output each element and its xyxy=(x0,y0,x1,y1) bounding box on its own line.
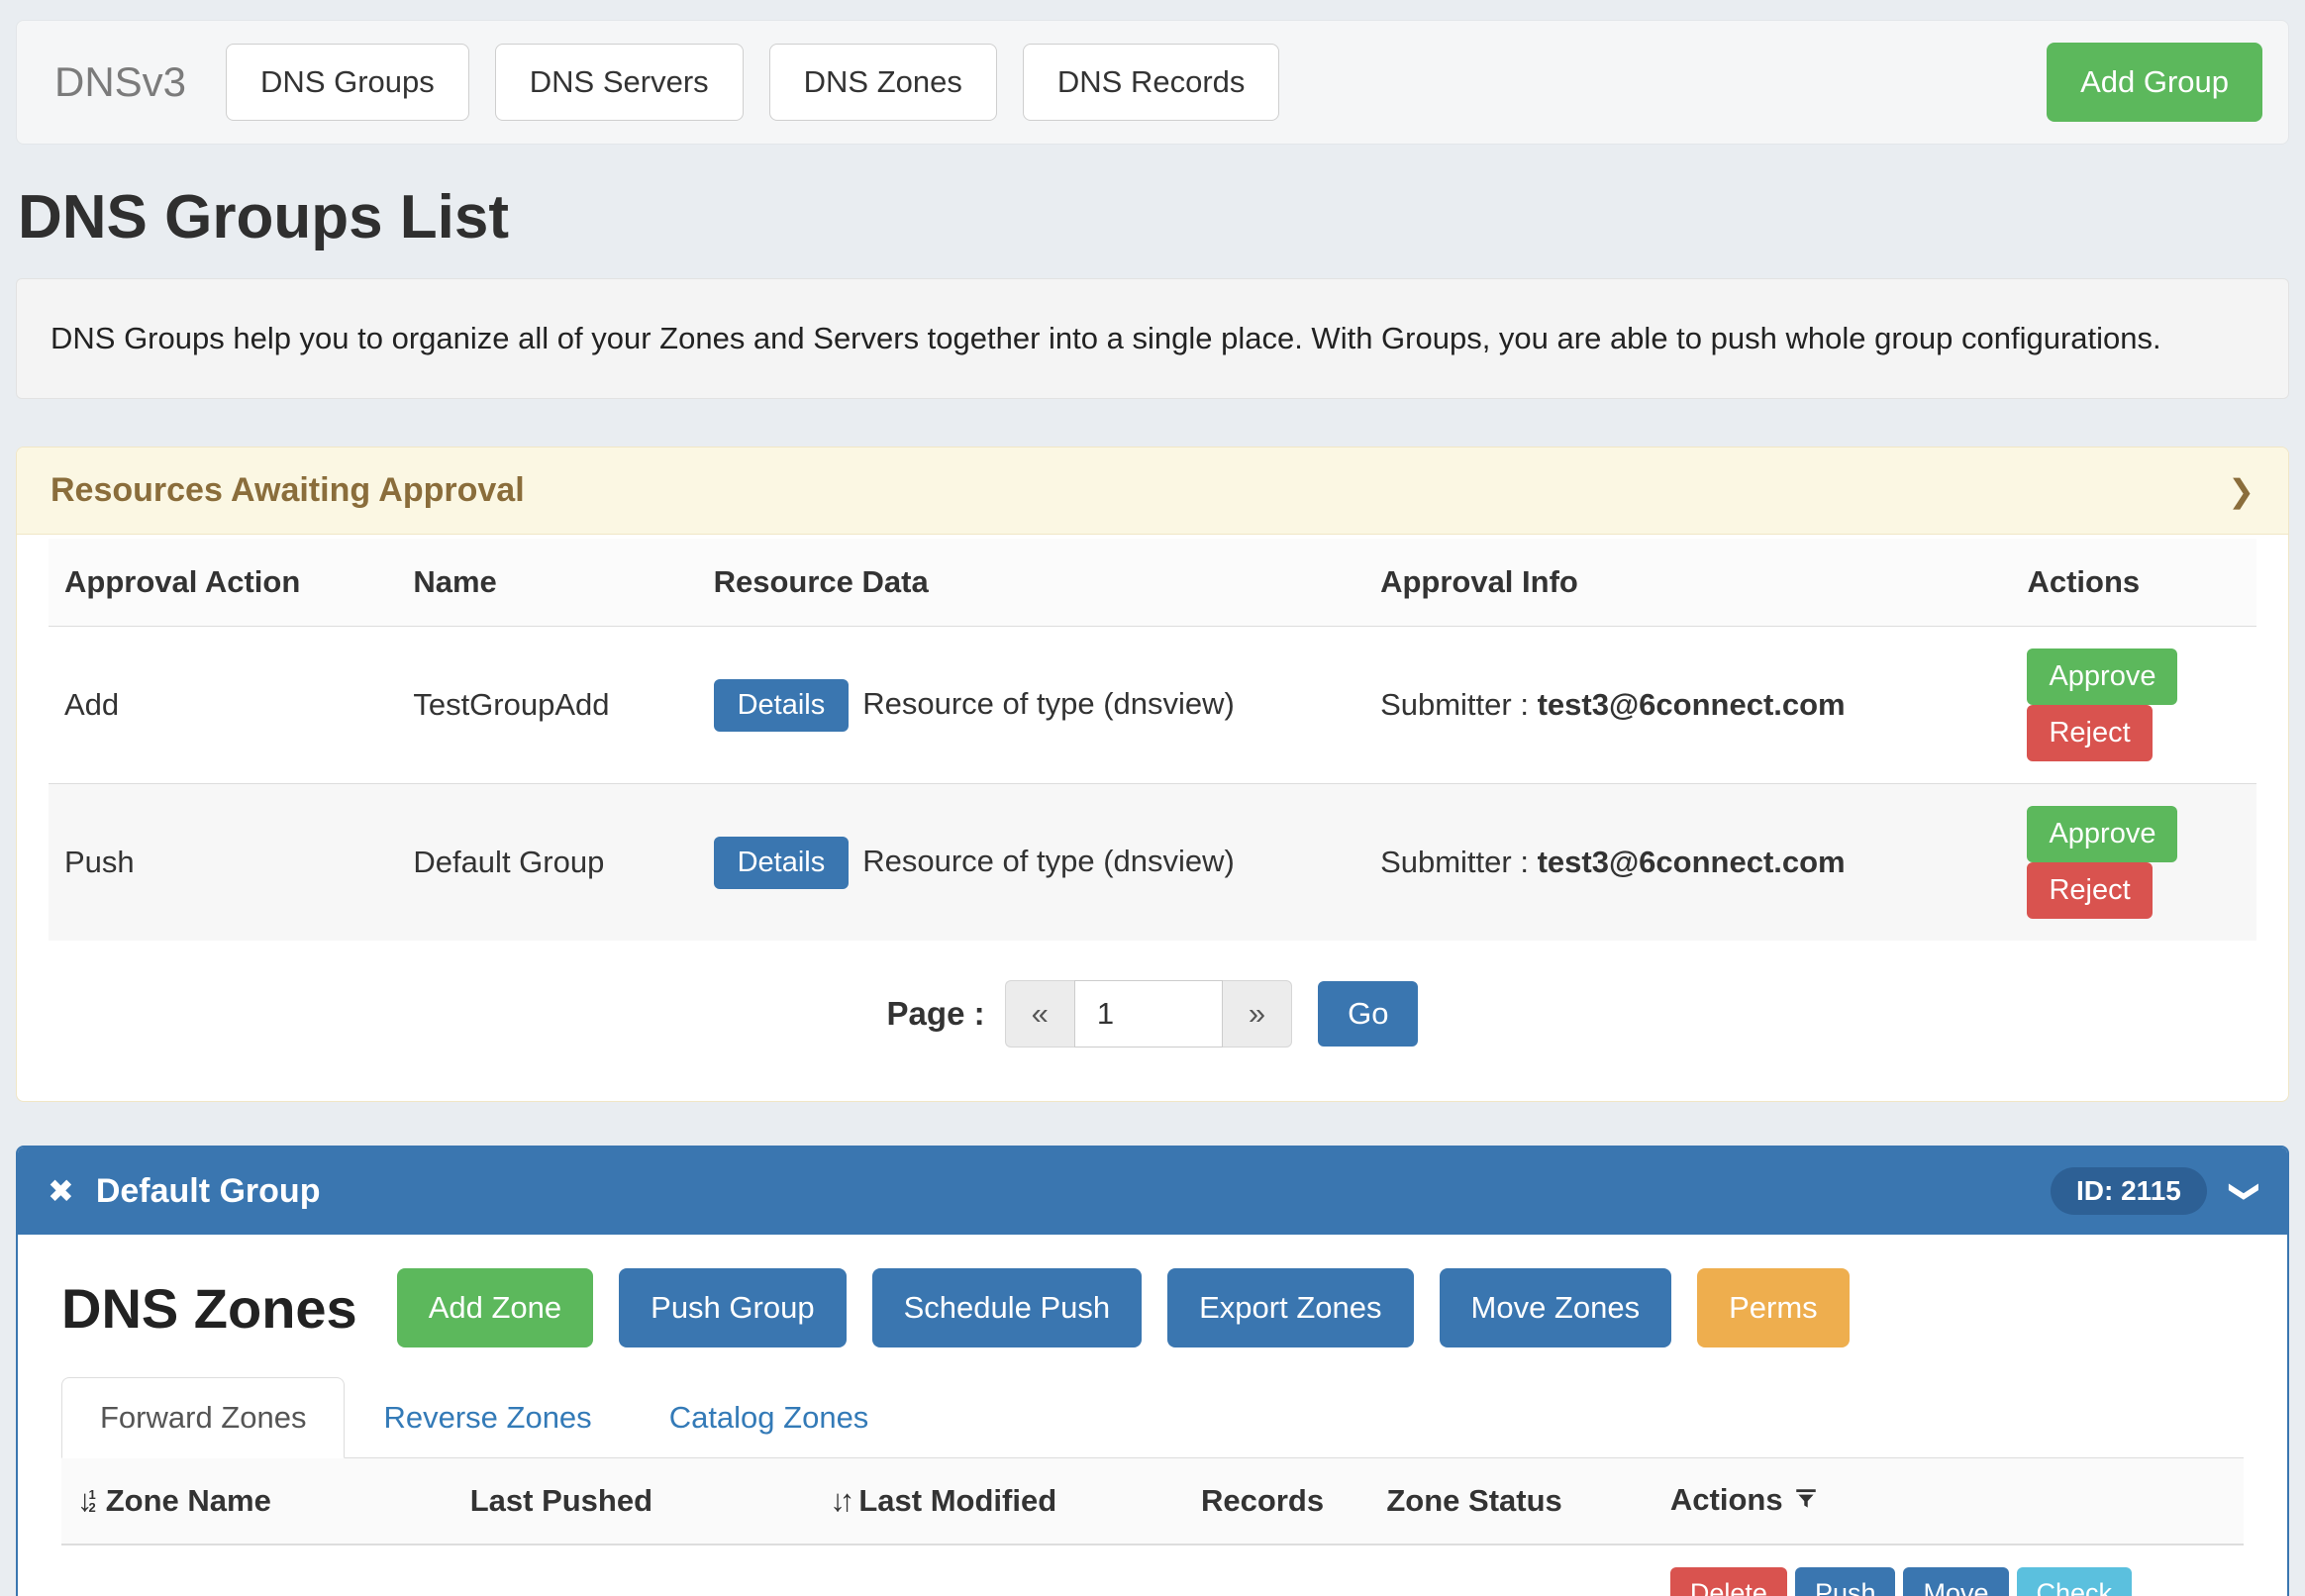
column-zone-actions: Actions xyxy=(1654,1458,2244,1545)
approval-resource-cell: Details Resource of type (dnsview) xyxy=(698,627,1364,784)
reject-button[interactable]: Reject xyxy=(2027,862,2152,919)
delete-button[interactable]: Delete xyxy=(1670,1567,1787,1596)
submitter-email: test3@6connect.com xyxy=(1538,687,1846,722)
pagination-go-button[interactable]: Go xyxy=(1318,981,1418,1047)
group-id-badge: ID: 2115 xyxy=(2051,1167,2207,1215)
approval-name-cell: Default Group xyxy=(397,784,697,942)
resource-type-text: Resource of type (dnsview) xyxy=(862,844,1235,878)
approval-panel-body: Approval Action Name Resource Data Appro… xyxy=(17,535,2288,1101)
dns-zones-toolbar: DNS Zones Add Zone Push Group Schedule P… xyxy=(61,1268,2244,1347)
page-label: Page : xyxy=(887,995,985,1033)
last-pushed-cell: 01/08/2024 13:57:28 xyxy=(454,1545,815,1596)
column-zone-status[interactable]: Zone Status xyxy=(1370,1458,1654,1545)
last-modified-cell: 09/25/2020 23:05:27 xyxy=(814,1545,1185,1596)
approval-panel-title: Resources Awaiting Approval xyxy=(50,471,525,510)
chevron-right-icon[interactable]: ❯ xyxy=(2228,472,2255,510)
records-cell: 11 xyxy=(1185,1545,1370,1596)
approval-info-cell: Submitter : test3@6connect.com xyxy=(1364,627,2011,784)
close-icon[interactable]: ✖ xyxy=(48,1172,74,1210)
zone-actions-cell: DeletePushMoveCheckPerms xyxy=(1654,1545,2244,1596)
column-last-pushed[interactable]: Last Pushed xyxy=(454,1458,815,1545)
schedule-push-button[interactable]: Schedule Push xyxy=(872,1268,1143,1347)
column-resource-data: Resource Data xyxy=(698,539,1364,627)
resources-awaiting-approval-panel: Resources Awaiting Approval ❯ Approval A… xyxy=(16,447,2289,1102)
zone-row: actioncarrental.net. 01/08/2024 13:57:28… xyxy=(61,1545,2244,1596)
actions-header-label: Actions xyxy=(1670,1482,1783,1517)
dns-zones-heading: DNS Zones xyxy=(61,1276,357,1341)
page-title: DNS Groups List xyxy=(18,182,2287,252)
group-header-right: ID: 2115 ❯ xyxy=(2051,1167,2257,1215)
move-button[interactable]: Move xyxy=(1903,1567,2008,1596)
approve-button[interactable]: Approve xyxy=(2027,806,2177,862)
approval-pagination: Page : « » Go xyxy=(49,941,2256,1081)
page-description: DNS Groups help you to organize all of y… xyxy=(16,278,2289,399)
top-navigation-bar: DNSv3 DNS Groups DNS Servers DNS Zones D… xyxy=(16,20,2289,145)
page-container: DNSv3 DNS Groups DNS Servers DNS Zones D… xyxy=(0,20,2305,1596)
page-number-input[interactable] xyxy=(1074,980,1223,1047)
perms-button[interactable]: Perms xyxy=(1697,1268,1850,1347)
approval-action-cell: Push xyxy=(49,784,397,942)
zone-name-header-label: Zone Name xyxy=(106,1483,271,1518)
export-zones-button[interactable]: Export Zones xyxy=(1167,1268,1413,1347)
last-modified-header-label: Last Modified xyxy=(858,1483,1056,1518)
filter-icon[interactable] xyxy=(1793,1484,1819,1520)
column-approval-info: Approval Info xyxy=(1364,539,2011,627)
zone-status-cell xyxy=(1370,1545,1654,1596)
submitter-label: Submitter : xyxy=(1380,687,1529,722)
approval-action-cell: Add xyxy=(49,627,397,784)
check-button[interactable]: Check xyxy=(2017,1567,2133,1596)
details-button[interactable]: Details xyxy=(714,679,850,732)
nav-dns-zones-button[interactable]: DNS Zones xyxy=(769,44,997,121)
nav-dns-records-button[interactable]: DNS Records xyxy=(1023,44,1280,121)
pagination-next-button[interactable]: » xyxy=(1223,980,1292,1047)
sort-updown-icon[interactable]: ↓↑ xyxy=(830,1483,849,1519)
column-records[interactable]: Records xyxy=(1185,1458,1370,1545)
column-last-modified[interactable]: ↓↑ Last Modified xyxy=(814,1458,1185,1545)
column-approval-action: Approval Action xyxy=(49,539,397,627)
reject-button[interactable]: Reject xyxy=(2027,705,2152,761)
zones-table-header-row: ↓12 Zone Name Last Pushed ↓↑ Last Modified… xyxy=(61,1458,2244,1545)
push-button[interactable]: Push xyxy=(1795,1567,1896,1596)
submitter-email: test3@6connect.com xyxy=(1538,845,1846,879)
approval-actions-cell: ApproveReject xyxy=(2011,627,2256,784)
nav-dns-groups-button[interactable]: DNS Groups xyxy=(226,44,469,121)
default-group-panel: ✖ Default Group ID: 2115 ❯ DNS Zones Add… xyxy=(16,1146,2289,1596)
approval-name-cell: TestGroupAdd xyxy=(397,627,697,784)
approval-resource-cell: Details Resource of type (dnsview) xyxy=(698,784,1364,942)
details-button[interactable]: Details xyxy=(714,837,850,889)
tab-catalog-zones[interactable]: Catalog Zones xyxy=(631,1377,908,1458)
sort-numeric-icon[interactable]: ↓12 xyxy=(77,1483,96,1519)
approval-table-row: Push Default Group Details Resource of ty… xyxy=(49,784,2256,942)
approval-info-cell: Submitter : test3@6connect.com xyxy=(1364,784,2011,942)
group-panel-body: DNS Zones Add Zone Push Group Schedule P… xyxy=(18,1235,2287,1596)
zones-table: ↓12 Zone Name Last Pushed ↓↑ Last Modified… xyxy=(61,1458,2244,1596)
approval-table-row: Add TestGroupAdd Details Resource of type… xyxy=(49,627,2256,784)
zones-tabs: Forward Zones Reverse Zones Catalog Zone… xyxy=(61,1377,2244,1458)
add-zone-button[interactable]: Add Zone xyxy=(397,1268,593,1347)
approve-button[interactable]: Approve xyxy=(2027,648,2177,705)
resource-type-text: Resource of type (dnsview) xyxy=(862,686,1235,721)
add-group-button[interactable]: Add Group xyxy=(2047,43,2262,122)
zone-name-cell: actioncarrental.net. xyxy=(61,1545,454,1596)
approval-actions-cell: ApproveReject xyxy=(2011,784,2256,942)
approval-panel-header[interactable]: Resources Awaiting Approval ❯ xyxy=(17,448,2288,535)
column-actions: Actions xyxy=(2011,539,2256,627)
pagination-prev-button[interactable]: « xyxy=(1005,980,1074,1047)
chevron-down-icon[interactable]: ❯ xyxy=(2228,1178,2262,1203)
group-panel-title: Default Group xyxy=(96,1172,321,1211)
submitter-label: Submitter : xyxy=(1380,845,1529,879)
column-zone-name[interactable]: ↓12 Zone Name xyxy=(61,1458,454,1545)
nav-dns-servers-button[interactable]: DNS Servers xyxy=(495,44,744,121)
approval-table-header-row: Approval Action Name Resource Data Appro… xyxy=(49,539,2256,627)
push-group-button[interactable]: Push Group xyxy=(619,1268,846,1347)
group-panel-header[interactable]: ✖ Default Group ID: 2115 ❯ xyxy=(18,1147,2287,1235)
app-brand: DNSv3 xyxy=(54,58,186,106)
tab-forward-zones[interactable]: Forward Zones xyxy=(61,1377,345,1458)
approval-table: Approval Action Name Resource Data Appro… xyxy=(49,539,2256,941)
column-name: Name xyxy=(397,539,697,627)
tab-reverse-zones[interactable]: Reverse Zones xyxy=(345,1377,630,1458)
move-zones-button[interactable]: Move Zones xyxy=(1440,1268,1672,1347)
